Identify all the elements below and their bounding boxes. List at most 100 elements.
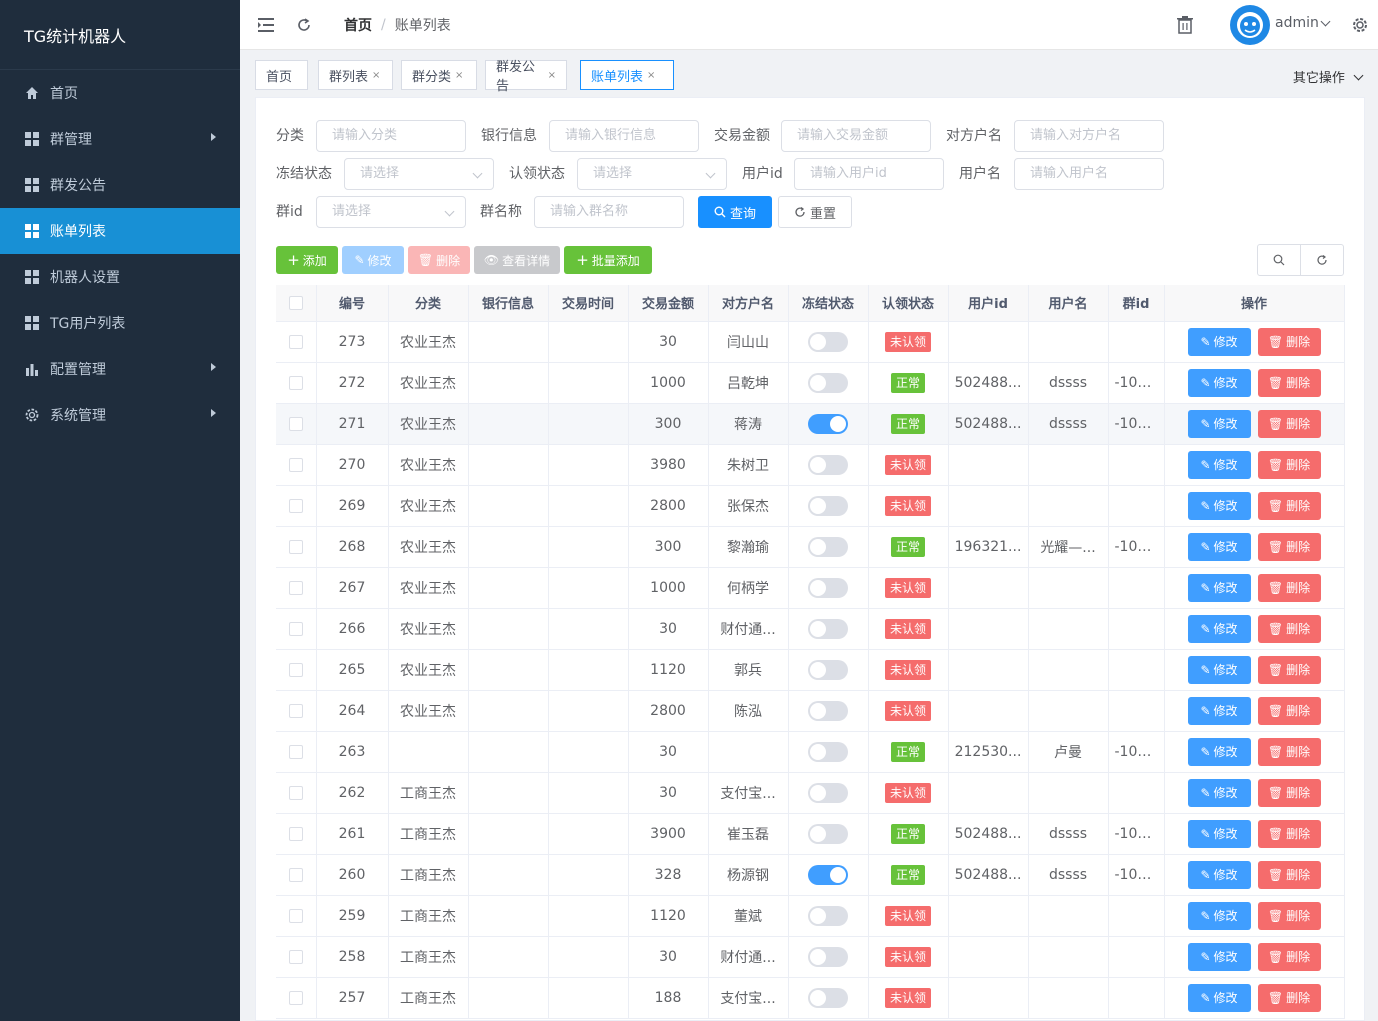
- row-edit-button[interactable]: ✎ 修改: [1187, 655, 1251, 684]
- row-checkbox[interactable]: [288, 826, 303, 841]
- username-input[interactable]: 请输入用户名: [1014, 158, 1164, 190]
- row-delete-button[interactable]: 🗑 删除: [1257, 450, 1321, 479]
- row-edit-button[interactable]: ✎ 修改: [1187, 819, 1251, 848]
- row-edit-button[interactable]: ✎ 修改: [1187, 491, 1251, 520]
- frozen-toggle[interactable]: [808, 372, 848, 393]
- row-delete-button[interactable]: 🗑 删除: [1257, 409, 1321, 438]
- row-delete-button[interactable]: 🗑 删除: [1257, 614, 1321, 643]
- row-edit-button[interactable]: ✎ 修改: [1187, 368, 1251, 397]
- sidebar-item-6[interactable]: 配置管理: [0, 346, 240, 392]
- table-row[interactable]: 264 农业王杰 2800 陈泓 未认领 ✎ 修改 🗑 删除: [276, 690, 1345, 732]
- row-edit-button[interactable]: ✎ 修改: [1187, 983, 1251, 1012]
- counterparty-input[interactable]: 请输入对方户名: [1014, 120, 1164, 152]
- row-delete-button[interactable]: 🗑 删除: [1257, 983, 1321, 1012]
- row-edit-button[interactable]: ✎ 修改: [1187, 737, 1251, 766]
- sidebar-item-0[interactable]: 首页: [0, 70, 240, 116]
- row-checkbox[interactable]: [288, 539, 303, 554]
- tab-4[interactable]: 账单列表 ×: [580, 60, 674, 90]
- row-checkbox[interactable]: [288, 785, 303, 800]
- table-row[interactable]: 259 工商王杰 1120 董斌 未认领 ✎ 修改 🗑 删除: [276, 895, 1345, 937]
- sidebar-item-2[interactable]: 群发公告: [0, 162, 240, 208]
- batch-add-button[interactable]: + 批量添加: [564, 246, 652, 274]
- row-edit-button[interactable]: ✎ 修改: [1187, 696, 1251, 725]
- table-row[interactable]: 266 农业王杰 30 财付通... 未认领 ✎ 修改 🗑 删除: [276, 608, 1345, 650]
- frozen-toggle[interactable]: [808, 331, 848, 352]
- group-id-select[interactable]: 请选择: [316, 196, 466, 228]
- table-row[interactable]: 273 农业王杰 30 闫山山 未认领 ✎ 修改 🗑 删除: [276, 321, 1345, 363]
- row-checkbox[interactable]: [288, 416, 303, 431]
- frozen-toggle[interactable]: [808, 495, 848, 516]
- amount-input[interactable]: 请输入交易金额: [781, 120, 931, 152]
- frozen-toggle[interactable]: [808, 700, 848, 721]
- row-edit-button[interactable]: ✎ 修改: [1187, 942, 1251, 971]
- row-delete-button[interactable]: 🗑 删除: [1257, 655, 1321, 684]
- row-delete-button[interactable]: 🗑 删除: [1257, 860, 1321, 889]
- row-delete-button[interactable]: 🗑 删除: [1257, 491, 1321, 520]
- table-row[interactable]: 257 工商王杰 188 支付宝... 未认领 ✎ 修改 🗑 删除: [276, 977, 1345, 1019]
- refresh-table-button[interactable]: [1301, 245, 1343, 275]
- frozen-toggle[interactable]: [808, 987, 848, 1008]
- frozen-toggle[interactable]: [808, 823, 848, 844]
- frozen-status-select[interactable]: 请选择: [344, 158, 494, 190]
- table-row[interactable]: 271 农业王杰 300 蒋涛 正常 502488... dssss -10015 ✎ 修改 🗑 删除: [276, 403, 1345, 445]
- row-checkbox[interactable]: [288, 621, 303, 636]
- sidebar-item-1[interactable]: 群管理: [0, 116, 240, 162]
- user-dropdown[interactable]: admin: [1275, 15, 1331, 31]
- row-edit-button[interactable]: ✎ 修改: [1187, 614, 1251, 643]
- row-edit-button[interactable]: ✎ 修改: [1187, 860, 1251, 889]
- row-edit-button[interactable]: ✎ 修改: [1187, 573, 1251, 602]
- category-input[interactable]: 请输入分类: [316, 120, 466, 152]
- row-checkbox[interactable]: [288, 580, 303, 595]
- frozen-toggle[interactable]: [808, 741, 848, 762]
- other-actions-dropdown[interactable]: 其它操作: [1293, 67, 1364, 86]
- row-checkbox[interactable]: [288, 662, 303, 677]
- frozen-toggle[interactable]: [808, 782, 848, 803]
- row-checkbox[interactable]: [288, 457, 303, 472]
- row-delete-button[interactable]: 🗑 删除: [1257, 737, 1321, 766]
- row-checkbox[interactable]: [288, 334, 303, 349]
- table-row[interactable]: 269 农业王杰 2800 张保杰 未认领 ✎ 修改 🗑 删除: [276, 485, 1345, 527]
- table-row[interactable]: 263 30 正常 212530... 卢曼 -10015 ✎ 修改 🗑 删除: [276, 731, 1345, 773]
- row-checkbox[interactable]: [288, 744, 303, 759]
- row-delete-button[interactable]: 🗑 删除: [1257, 573, 1321, 602]
- frozen-toggle[interactable]: [808, 577, 848, 598]
- table-row[interactable]: 270 农业王杰 3980 朱树卫 未认领 ✎ 修改 🗑 删除: [276, 444, 1345, 486]
- row-edit-button[interactable]: ✎ 修改: [1187, 778, 1251, 807]
- row-checkbox[interactable]: [288, 375, 303, 390]
- frozen-toggle[interactable]: [808, 618, 848, 639]
- hamburger-icon[interactable]: [256, 15, 276, 35]
- group-name-input[interactable]: 请输入群名称: [534, 196, 684, 228]
- edit-button[interactable]: ✎ 修改: [342, 246, 404, 274]
- sidebar-item-7[interactable]: 系统管理: [0, 392, 240, 438]
- close-icon[interactable]: ×: [455, 70, 463, 81]
- table-row[interactable]: 265 农业王杰 1120 郭兵 未认领 ✎ 修改 🗑 删除: [276, 649, 1345, 691]
- row-edit-button[interactable]: ✎ 修改: [1187, 409, 1251, 438]
- row-edit-button[interactable]: ✎ 修改: [1187, 327, 1251, 356]
- row-delete-button[interactable]: 🗑 删除: [1257, 901, 1321, 930]
- app-logo[interactable]: TG统计机器人: [0, 0, 240, 70]
- trash-icon[interactable]: [1175, 15, 1195, 35]
- row-checkbox[interactable]: [288, 498, 303, 513]
- row-checkbox[interactable]: [288, 949, 303, 964]
- reset-button[interactable]: 重置: [778, 196, 852, 228]
- refresh-icon[interactable]: [294, 15, 314, 35]
- close-icon[interactable]: ×: [548, 70, 556, 81]
- view-details-button[interactable]: 👁 查看详情: [474, 246, 560, 274]
- row-checkbox[interactable]: [288, 990, 303, 1005]
- sidebar-item-3[interactable]: 账单列表: [0, 208, 240, 254]
- close-icon[interactable]: ×: [372, 70, 380, 81]
- table-row[interactable]: 272 农业王杰 1000 吕乾坤 正常 502488... dssss -10015 ✎ 修改 🗑…: [276, 362, 1345, 404]
- search-button[interactable]: 查询: [698, 196, 772, 228]
- row-delete-button[interactable]: 🗑 删除: [1257, 696, 1321, 725]
- toggle-search-button[interactable]: [1258, 245, 1301, 275]
- row-edit-button[interactable]: ✎ 修改: [1187, 532, 1251, 561]
- sidebar-item-5[interactable]: TG用户列表: [0, 300, 240, 346]
- row-delete-button[interactable]: 🗑 删除: [1257, 819, 1321, 848]
- table-row[interactable]: 260 工商王杰 328 杨源钢 正常 502488... dssss -10015 ✎ 修改 🗑 删…: [276, 854, 1345, 896]
- add-button[interactable]: + 添加: [276, 246, 338, 274]
- delete-button[interactable]: 🗑 删除: [408, 246, 470, 274]
- row-delete-button[interactable]: 🗑 删除: [1257, 532, 1321, 561]
- frozen-toggle[interactable]: [808, 659, 848, 680]
- tab-2[interactable]: 群分类 ×: [401, 60, 477, 90]
- claim-status-select[interactable]: 请选择: [577, 158, 727, 190]
